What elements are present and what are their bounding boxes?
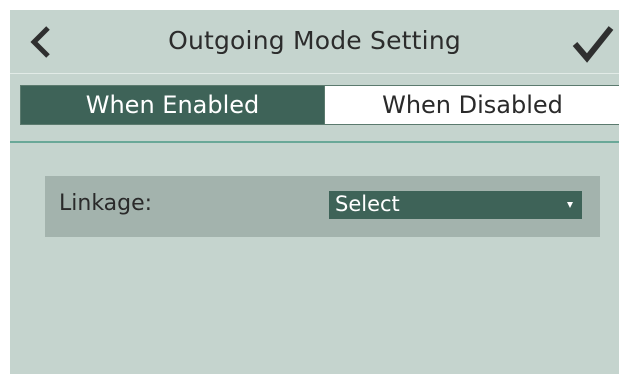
tabs-divider [10, 141, 619, 143]
linkage-select-value: Select [335, 192, 400, 216]
header-divider [10, 73, 619, 74]
caret-down-icon [567, 202, 573, 208]
linkage-row: Linkage: Select [45, 176, 600, 237]
linkage-label: Linkage: [59, 191, 153, 216]
screen: Outgoing Mode Setting When Enabled When … [10, 10, 619, 374]
mode-tabs: When Enabled When Disabled [20, 85, 619, 125]
page-title: Outgoing Mode Setting [168, 26, 461, 55]
confirm-button[interactable] [569, 22, 619, 66]
tab-when-disabled[interactable]: When Disabled [324, 86, 619, 124]
tab-when-enabled[interactable]: When Enabled [21, 86, 324, 124]
checkmark-icon [572, 26, 614, 63]
header-bar: Outgoing Mode Setting [10, 10, 619, 72]
linkage-select[interactable]: Select [329, 191, 582, 219]
